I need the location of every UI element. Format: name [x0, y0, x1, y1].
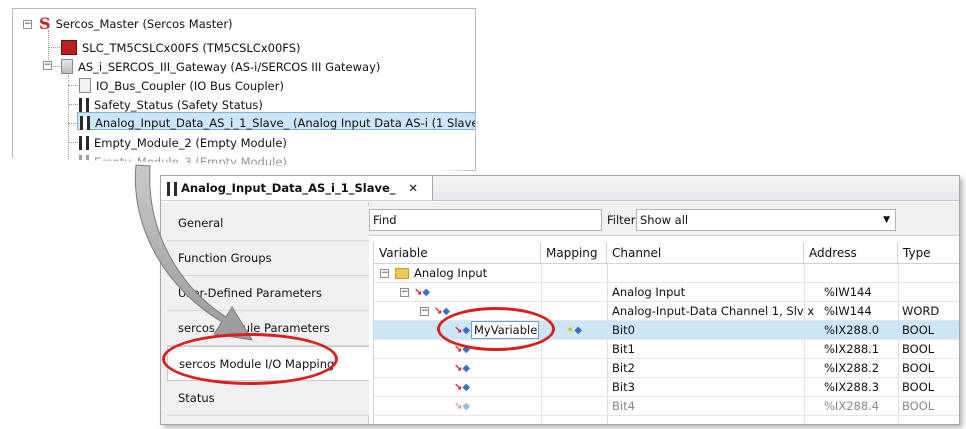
- highlight-ellipse-variable: [437, 307, 555, 351]
- callout-arrow: [134, 164, 253, 341]
- highlight-ellipse-io-mapping-tab: [162, 333, 338, 385]
